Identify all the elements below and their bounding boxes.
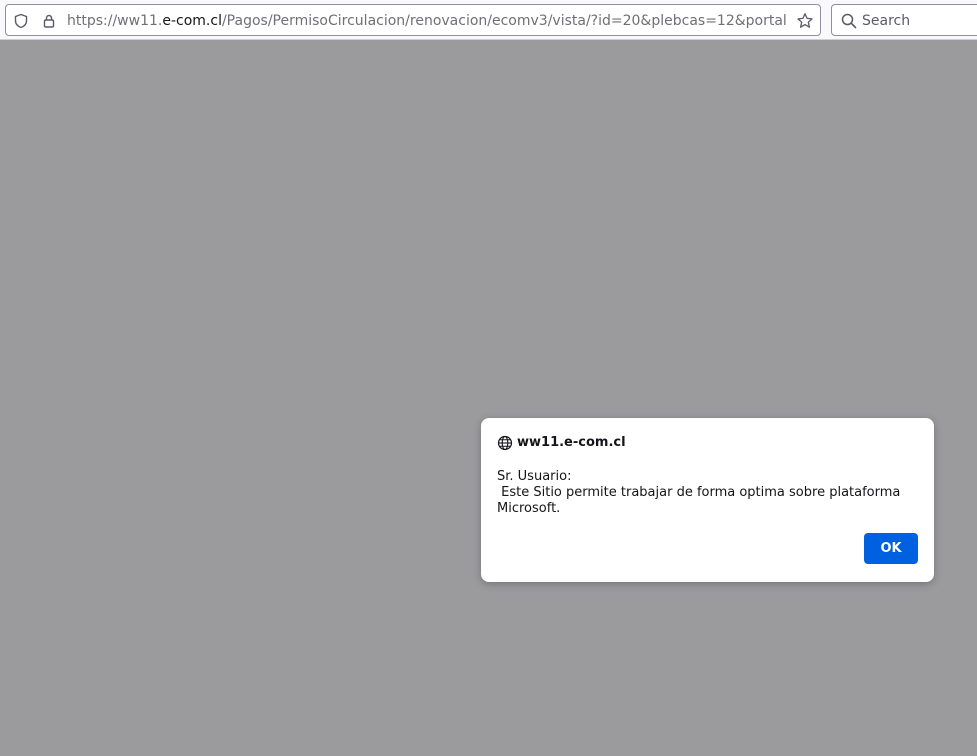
alert-dialog: ww11.e-com.cl Sr. Usuario: Este Sitio pe…: [481, 418, 934, 582]
url-prefix: https://ww11.: [67, 13, 163, 29]
ok-button[interactable]: OK: [864, 533, 918, 564]
page-overlay: [0, 40, 977, 756]
address-bar[interactable]: https://ww11.e-com.cl/Pagos/PermisoCircu…: [5, 4, 821, 36]
bookmark-star-icon[interactable]: [796, 12, 814, 30]
search-placeholder: Search: [862, 13, 911, 29]
search-icon: [840, 12, 858, 30]
shield-icon[interactable]: [12, 12, 30, 30]
globe-icon: [497, 435, 513, 451]
url-text[interactable]: https://ww11.e-com.cl/Pagos/PermisoCircu…: [67, 12, 786, 30]
dialog-header: ww11.e-com.cl: [497, 434, 626, 452]
browser-toolbar: https://ww11.e-com.cl/Pagos/PermisoCircu…: [0, 0, 977, 40]
dialog-message: Sr. Usuario: Este Sitio permite trabajar…: [497, 469, 901, 516]
url-path: /Pagos/PermisoCirculacion/renovacion/eco…: [221, 13, 786, 29]
dialog-origin: ww11.e-com.cl: [517, 435, 626, 450]
url-host: e-com.cl: [162, 13, 222, 29]
search-bar[interactable]: Search: [831, 4, 977, 36]
lock-icon[interactable]: [40, 12, 58, 30]
